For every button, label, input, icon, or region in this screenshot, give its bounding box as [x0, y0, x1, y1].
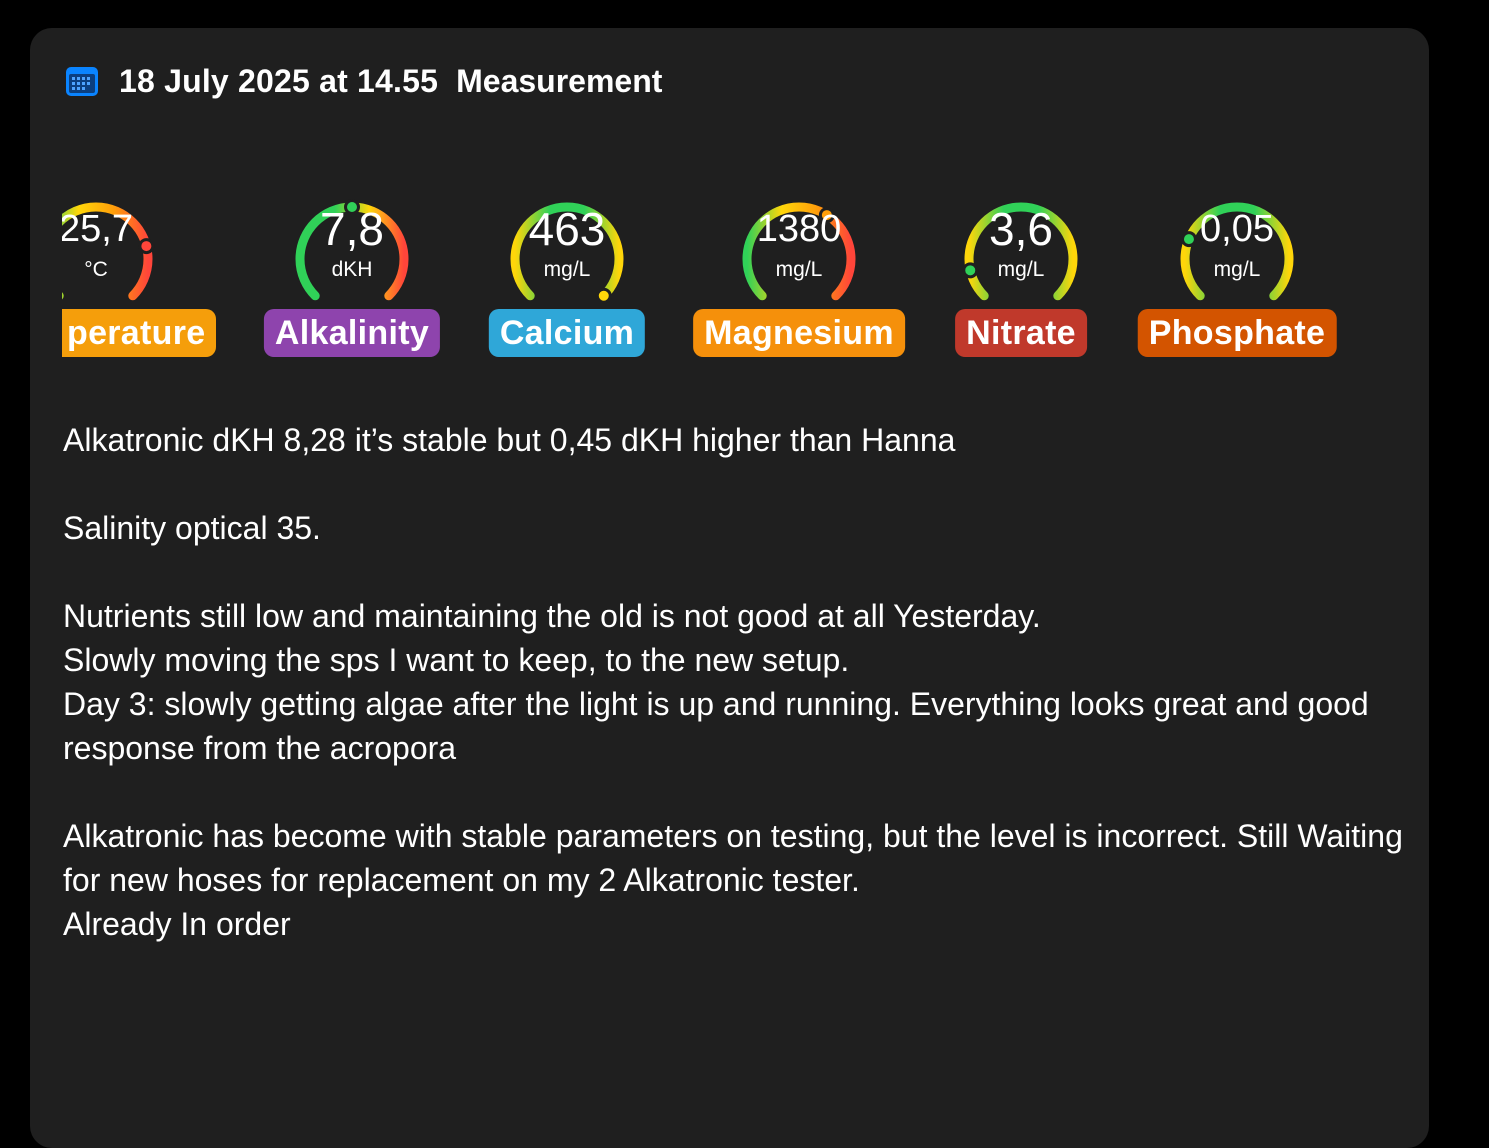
parameter-gauges-scroller[interactable]: 25,7 °C perature 7,8 dKH Alkalinity 463 mg/L Cal…: [62, 164, 1429, 364]
parameter-label-calcium[interactable]: Calcium: [488, 309, 646, 357]
parameter-label-phosphate[interactable]: Phosphate: [1137, 309, 1337, 357]
gauge-unit-phosphate: mg/L: [1213, 258, 1261, 281]
notes-spacer: [63, 462, 1403, 506]
measurement-notes: Alkatronic dKH 8,28 it’s stable but 0,45…: [63, 418, 1403, 946]
notes-spacer: [63, 770, 1403, 814]
parameter-label-temperature[interactable]: perature: [62, 309, 217, 357]
parameter-label-nitrate[interactable]: Nitrate: [955, 309, 1087, 357]
gauge-unit-temperature: °C: [84, 258, 108, 281]
measurement-card[interactable]: 18 July 2025 at 14.55 Measurement 25,7 °C…: [30, 28, 1429, 1148]
note-paragraph: Nutrients still low and maintaining the …: [63, 598, 1369, 766]
gauge-indicator-calcium: [595, 287, 612, 304]
notes-spacer: [63, 550, 1403, 594]
measurement-date: 18 July 2025 at 14.55: [119, 62, 439, 99]
parameter-label-magnesium[interactable]: Magnesium: [693, 309, 905, 357]
gauge-value-calcium: 463: [528, 203, 606, 255]
gauge-value-alkalinity: 7,8: [320, 203, 384, 255]
measurement-type: Measurement: [456, 62, 663, 99]
gauge-unit-alkalinity: dKH: [331, 258, 373, 281]
parameter-label-alkalinity[interactable]: Alkalinity: [263, 309, 441, 357]
note-paragraph: Alkatronic dKH 8,28 it’s stable but 0,45…: [63, 422, 956, 458]
gauge-value-magnesium: 1380: [756, 208, 842, 250]
note-paragraph: Alkatronic has become with stable parame…: [63, 818, 1403, 942]
gauge-unit-magnesium: mg/L: [775, 258, 823, 281]
gauge-unit-calcium: mg/L: [543, 258, 591, 281]
gauge-value-temperature: 25,7: [62, 208, 133, 250]
measurement-header: 18 July 2025 at 14.55 Measurement: [65, 58, 662, 104]
gauge-value-nitrate: 3,6: [989, 203, 1053, 255]
calendar-icon: [66, 67, 98, 96]
gauge-value-phosphate: 0,05: [1200, 208, 1274, 250]
parameter-gauges-track: 25,7 °C perature 7,8 dKH Alkalinity 463 mg/L Cal…: [62, 164, 1429, 364]
note-paragraph: Salinity optical 35.: [63, 510, 321, 546]
gauge-unit-nitrate: mg/L: [997, 258, 1045, 281]
